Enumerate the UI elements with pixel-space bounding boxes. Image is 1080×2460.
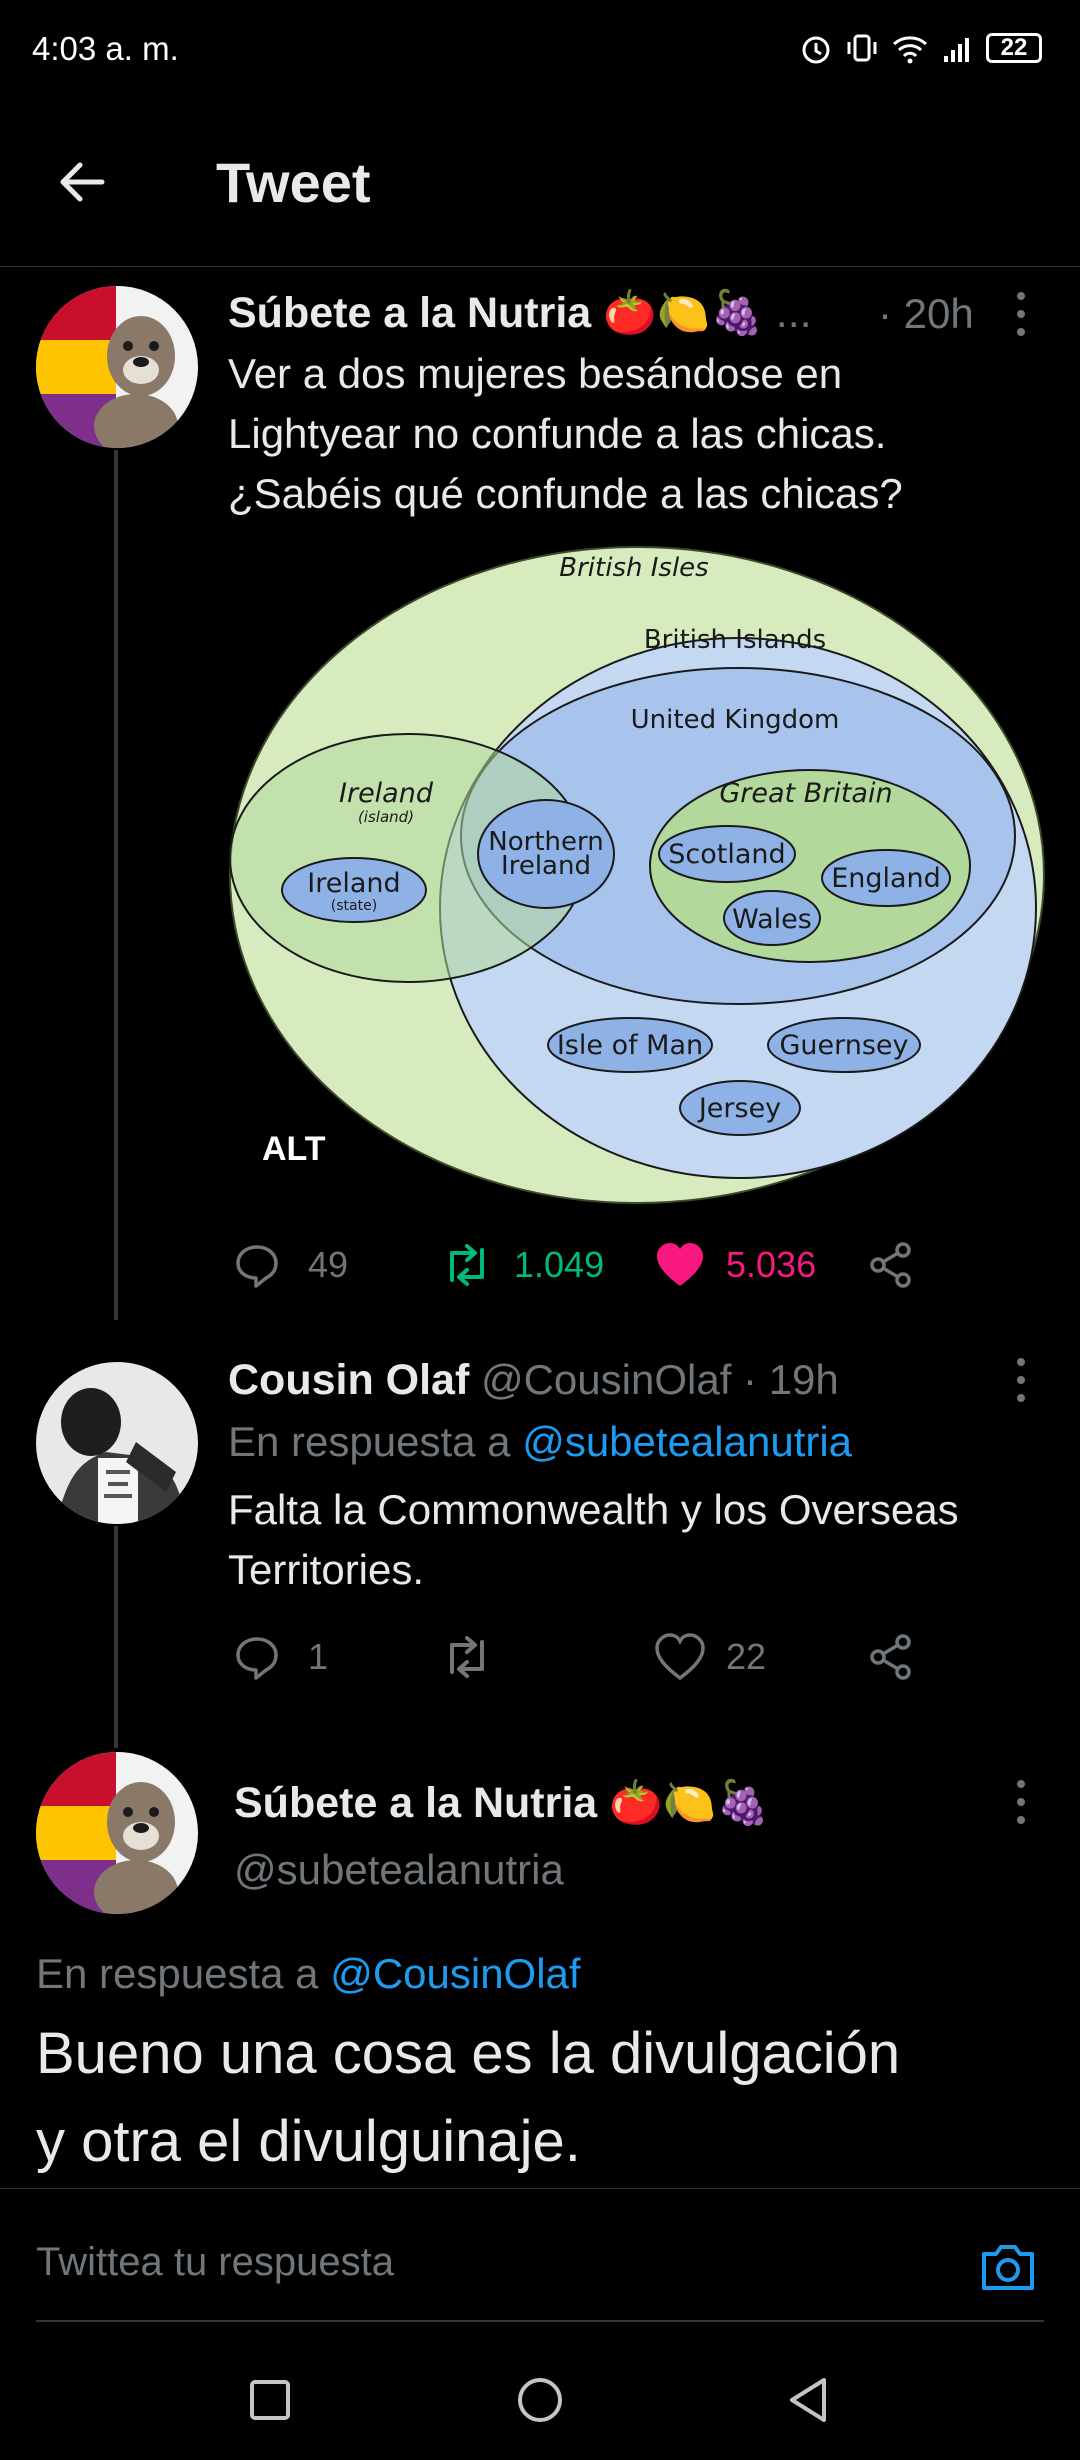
replying-to-prefix: En respuesta a xyxy=(228,1418,511,1465)
more-options-icon[interactable] xyxy=(1014,1358,1028,1402)
reply-input[interactable]: Twittea tu respuesta xyxy=(36,2240,394,2285)
reply-handle-time: @CousinOlaf · 19h xyxy=(480,1356,839,1403)
replying-to-handle[interactable]: @subetealanutria xyxy=(522,1418,852,1465)
label-northern-ireland-2: Ireland xyxy=(501,851,591,881)
wifi-icon xyxy=(893,36,927,64)
tweet-author-name[interactable]: Súbete a la Nutria 🍅🍋🍇 ... xyxy=(228,288,812,338)
author-emojis: 🍅🍋🍇 xyxy=(609,1779,770,1827)
more-options-icon[interactable] xyxy=(1014,292,1028,336)
home-circle-icon[interactable] xyxy=(516,2376,564,2424)
reply-count: 1 xyxy=(308,1636,329,1677)
back-triangle-icon[interactable] xyxy=(786,2376,830,2424)
replying-to-prefix: En respuesta a xyxy=(36,1950,319,1997)
tweet-text-line: Lightyear no confunde a las chicas. xyxy=(228,410,887,457)
label-british-isles: British Isles xyxy=(559,553,708,583)
avatar-subetealanutria[interactable] xyxy=(36,286,198,448)
back-arrow-icon[interactable] xyxy=(52,152,112,212)
author-name[interactable]: Súbete a la Nutria xyxy=(234,1779,597,1827)
main-tweet-text: Bueno una cosa es la divulgación y otra … xyxy=(36,2010,900,2186)
label-ireland-island-sub: (island) xyxy=(358,808,414,826)
label-scotland: Scotland xyxy=(668,839,785,870)
status-icons: 22 xyxy=(798,28,1042,68)
reply-button[interactable]: 1 xyxy=(232,1632,328,1682)
label-united-kingdom: United Kingdom xyxy=(631,705,840,735)
thread-line xyxy=(114,1526,118,1748)
more-options-icon[interactable] xyxy=(1014,1780,1028,1824)
tweet-time: · 20h xyxy=(878,290,974,337)
label-great-britain: Great Britain xyxy=(719,778,892,809)
avatar-subetealanutria[interactable] xyxy=(36,1752,198,1914)
heart-filled-icon xyxy=(657,1243,703,1286)
label-jersey: Jersey xyxy=(697,1093,781,1124)
battery-indicator: 22 xyxy=(986,33,1042,63)
reply-count: 49 xyxy=(308,1244,349,1285)
reply-text: Falta la Commonwealth y los Overseas Ter… xyxy=(228,1480,1048,1600)
tweet-text-line: Ver a dos mujeres besándose en xyxy=(228,350,843,397)
tweet-image-venn-diagram[interactable]: British Isles British Islands United Kin… xyxy=(228,540,1046,1210)
status-bar: 4:03 a. m. 22 xyxy=(0,0,1080,100)
reply-text-line: Falta la Commonwealth y los Overseas xyxy=(228,1486,959,1533)
reply-header: Cousin Olaf @CousinOlaf · 19h xyxy=(228,1356,839,1405)
reply-input-underline xyxy=(36,2320,1044,2322)
reply-button[interactable]: 49 xyxy=(232,1240,348,1290)
label-wales: Wales xyxy=(732,904,812,935)
retweet-button[interactable]: 1.049 xyxy=(440,1240,604,1290)
retweet-icon xyxy=(450,1244,484,1286)
vibrate-icon xyxy=(847,34,877,62)
avatar-cousinolaf[interactable] xyxy=(36,1362,198,1524)
main-tweet-text-line: y otra el divulguinaje. xyxy=(36,2109,581,2174)
retweet-count: 1.049 xyxy=(514,1244,605,1285)
status-time: 4:03 a. m. xyxy=(32,30,179,67)
heart-icon xyxy=(655,1633,705,1681)
tweet-text: Ver a dos mujeres besándose en Lightyear… xyxy=(228,344,1048,524)
top-bar xyxy=(0,100,1080,267)
reply-text-line: Territories. xyxy=(228,1546,425,1593)
main-tweet-text-line: Bueno una cosa es la divulgación xyxy=(36,2021,901,2086)
label-ireland-state: Ireland xyxy=(307,868,400,899)
replying-to-handle[interactable]: @CousinOlaf xyxy=(330,1950,580,1997)
share-icon[interactable] xyxy=(866,1632,916,1682)
camera-icon[interactable] xyxy=(976,2234,1040,2298)
thread-line xyxy=(114,450,118,1320)
label-british-islands: British Islands xyxy=(644,625,826,655)
label-isle-of-man: Isle of Man xyxy=(557,1030,703,1061)
like-button[interactable]: 22 xyxy=(654,1632,766,1682)
like-count: 5.036 xyxy=(726,1244,817,1285)
author-emojis: 🍅🍋🍇 xyxy=(603,289,764,337)
main-author[interactable]: Súbete a la Nutria 🍅🍋🍇 xyxy=(234,1778,770,1828)
share-icon[interactable] xyxy=(866,1240,916,1290)
tweet-text-line: ¿Sabéis qué confunde a las chicas? xyxy=(228,470,903,517)
label-guernsey: Guernsey xyxy=(779,1030,908,1061)
signal-icon xyxy=(944,38,969,62)
recents-square-icon[interactable] xyxy=(248,2378,292,2422)
retweet-icon[interactable] xyxy=(440,1632,494,1682)
system-nav-bar xyxy=(0,2340,1080,2460)
like-button[interactable]: 5.036 xyxy=(654,1240,816,1290)
replying-to: En respuesta a @subetealanutria xyxy=(228,1418,852,1466)
label-england: England xyxy=(831,863,941,894)
alarm-icon xyxy=(802,36,830,64)
reply-icon xyxy=(236,1637,278,1680)
replying-to: En respuesta a @CousinOlaf xyxy=(36,1950,581,1998)
name-ellipsis: ... xyxy=(775,289,812,337)
page-title: Tweet xyxy=(216,151,371,214)
alt-badge[interactable]: ALT xyxy=(262,1130,326,1169)
author-handle: @subetealanutria xyxy=(234,1846,564,1893)
reply-icon xyxy=(236,1245,278,1288)
like-count: 22 xyxy=(726,1636,767,1677)
label-ireland-island: Ireland xyxy=(339,778,434,809)
label-ireland-state-sub: (state) xyxy=(331,898,377,914)
reply-author-name[interactable]: Cousin Olaf xyxy=(228,1356,469,1404)
author-name[interactable]: Súbete a la Nutria xyxy=(228,289,591,337)
